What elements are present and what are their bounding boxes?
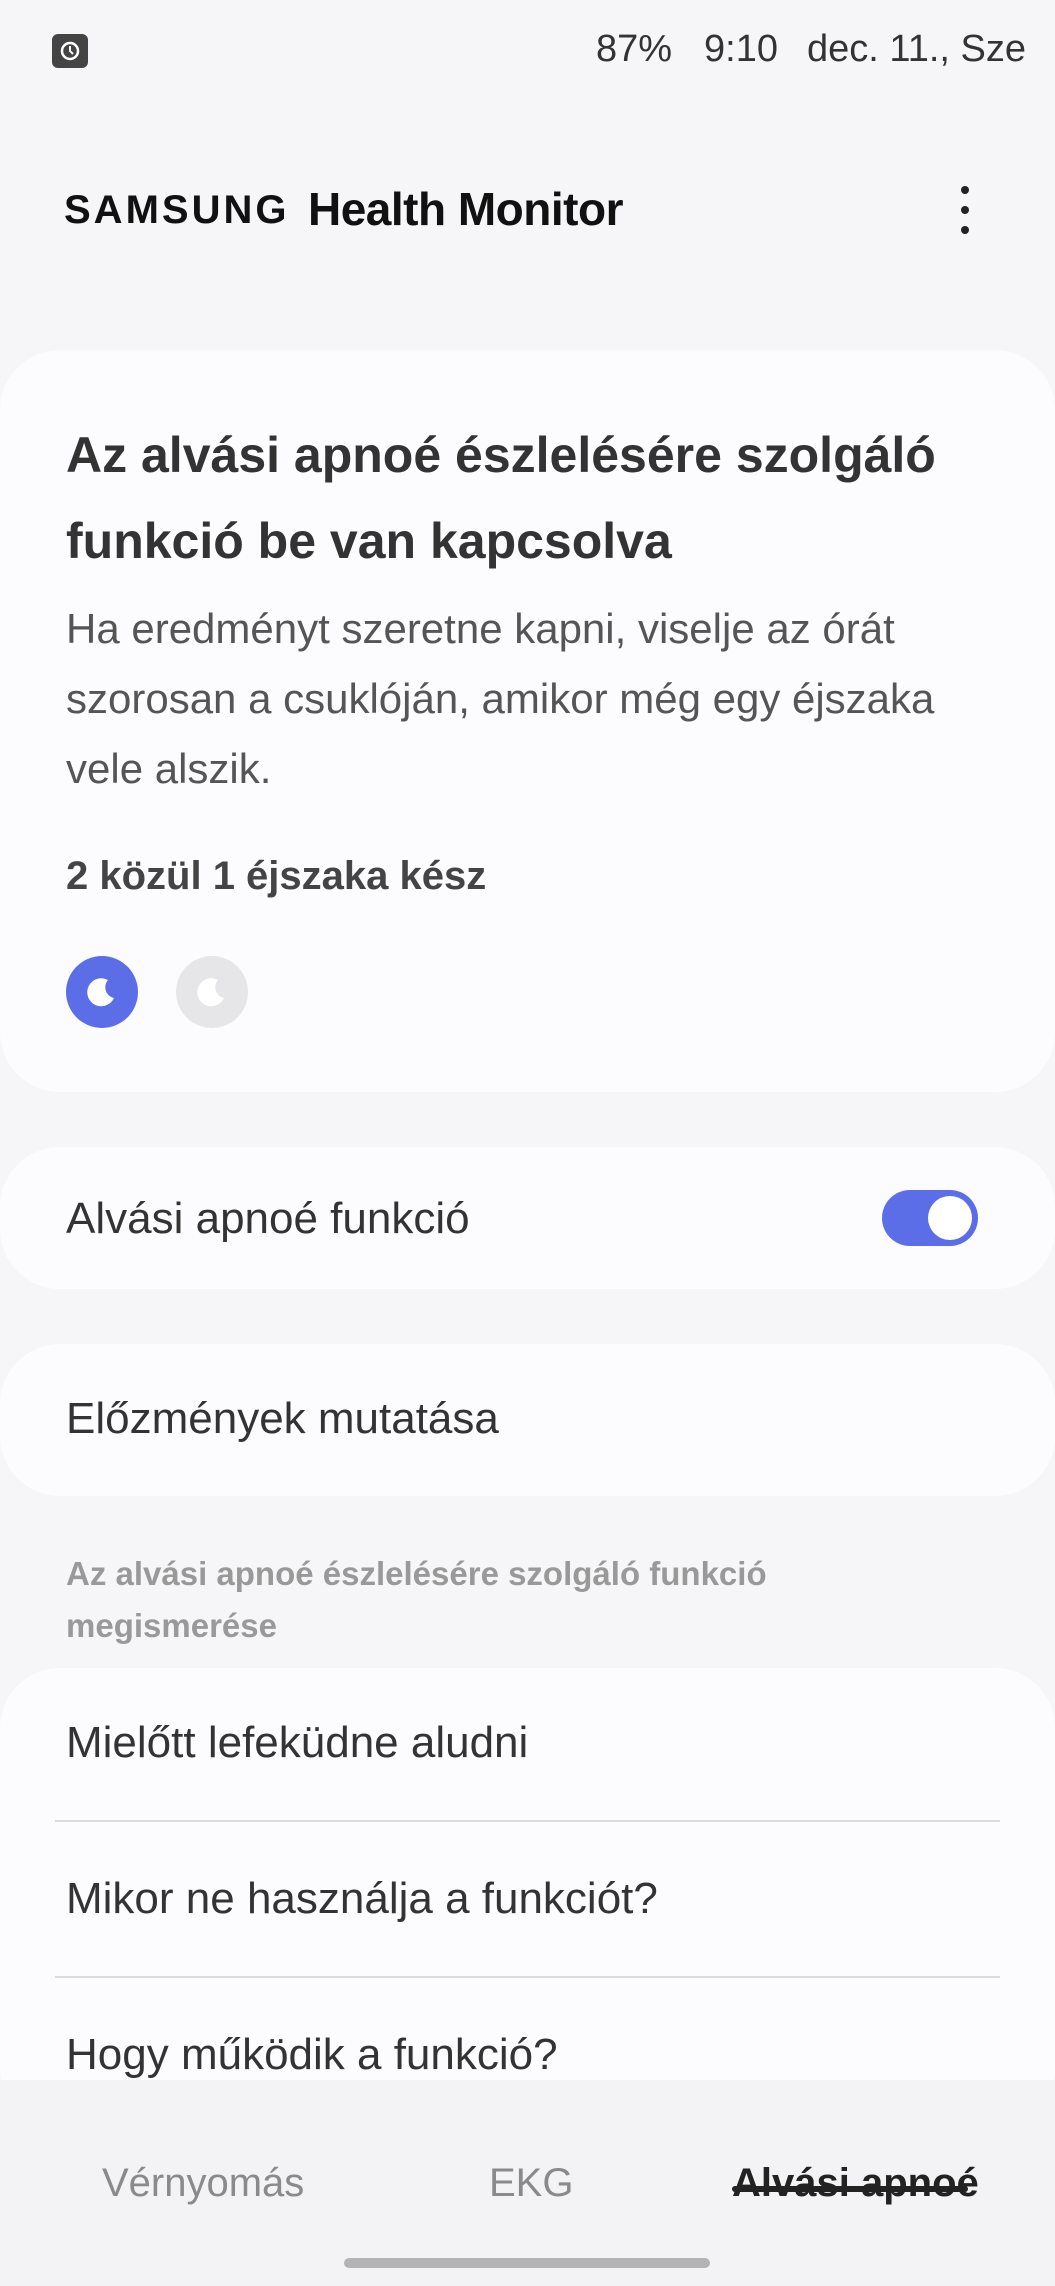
- list-item-label: Hogy működik a funkció?: [66, 2030, 558, 2079]
- sync-icon: [52, 34, 88, 68]
- moon-icon: [66, 956, 138, 1028]
- battery-level: 87%: [596, 28, 673, 70]
- apnea-feature-toggle-row[interactable]: Alvási apnoé funkció: [0, 1147, 1055, 1289]
- more-vert-icon: [961, 186, 969, 194]
- night-progress-label: 2 közül 1 éjszaka kész: [66, 854, 487, 898]
- more-vert-icon-dot: [961, 206, 969, 214]
- learn-section-header: Az alvási apnoé észlelésére szolgáló fun…: [66, 1555, 767, 1644]
- toggle-label: Alvási apnoé funkció: [66, 1194, 470, 1243]
- bottom-navigation: Vérnyomás EKG Alvási apnoé: [0, 2080, 1055, 2286]
- apnea-status-card: Az alvási apnoé észlelésére szolgáló fun…: [0, 350, 1055, 1092]
- app-title: Health Monitor: [308, 183, 623, 235]
- clock-time: 9:10: [704, 28, 778, 70]
- list-item-label: Mielőtt lefeküdne aludni: [66, 1718, 529, 1767]
- list-item[interactable]: Mielőtt lefeküdne aludni: [0, 1668, 1055, 1824]
- learn-list: Mielőtt lefeküdne aludni Mikor ne haszná…: [0, 1668, 1055, 2128]
- home-indicator[interactable]: [344, 2258, 710, 2268]
- divider: [55, 1976, 1000, 1978]
- active-tab-indicator: [732, 2186, 968, 2192]
- tab-ecg[interactable]: EKG: [489, 2161, 573, 2206]
- app-header: SAMSUNG Health Monitor: [0, 170, 1055, 250]
- tab-blood-pressure[interactable]: Vérnyomás: [102, 2161, 304, 2206]
- divider: [55, 1820, 1000, 1822]
- list-item[interactable]: Mikor ne használja a funkciót?: [0, 1824, 1055, 1980]
- more-vert-icon-dot: [961, 226, 969, 234]
- apnea-feature-switch[interactable]: [882, 1190, 978, 1246]
- status-description: Ha eredményt szeretne kapni, viselje az …: [66, 605, 935, 792]
- status-title: Az alvási apnoé észlelésére szolgáló fun…: [66, 427, 936, 569]
- tab-sleep-apnea[interactable]: Alvási apnoé: [732, 2161, 979, 2206]
- more-options-button[interactable]: [940, 180, 990, 240]
- list-item-label: Mikor ne használja a funkciót?: [66, 1874, 658, 1923]
- brand-logo: SAMSUNG: [64, 188, 290, 232]
- history-row[interactable]: Előzmények mutatása: [0, 1344, 1055, 1496]
- history-label: Előzmények mutatása: [66, 1394, 499, 1443]
- switch-knob: [928, 1196, 972, 1240]
- moon-icon: [176, 956, 248, 1028]
- status-bar: 87% 9:10 dec. 11., Sze: [0, 0, 1055, 100]
- status-date: dec. 11., Sze: [807, 28, 1026, 70]
